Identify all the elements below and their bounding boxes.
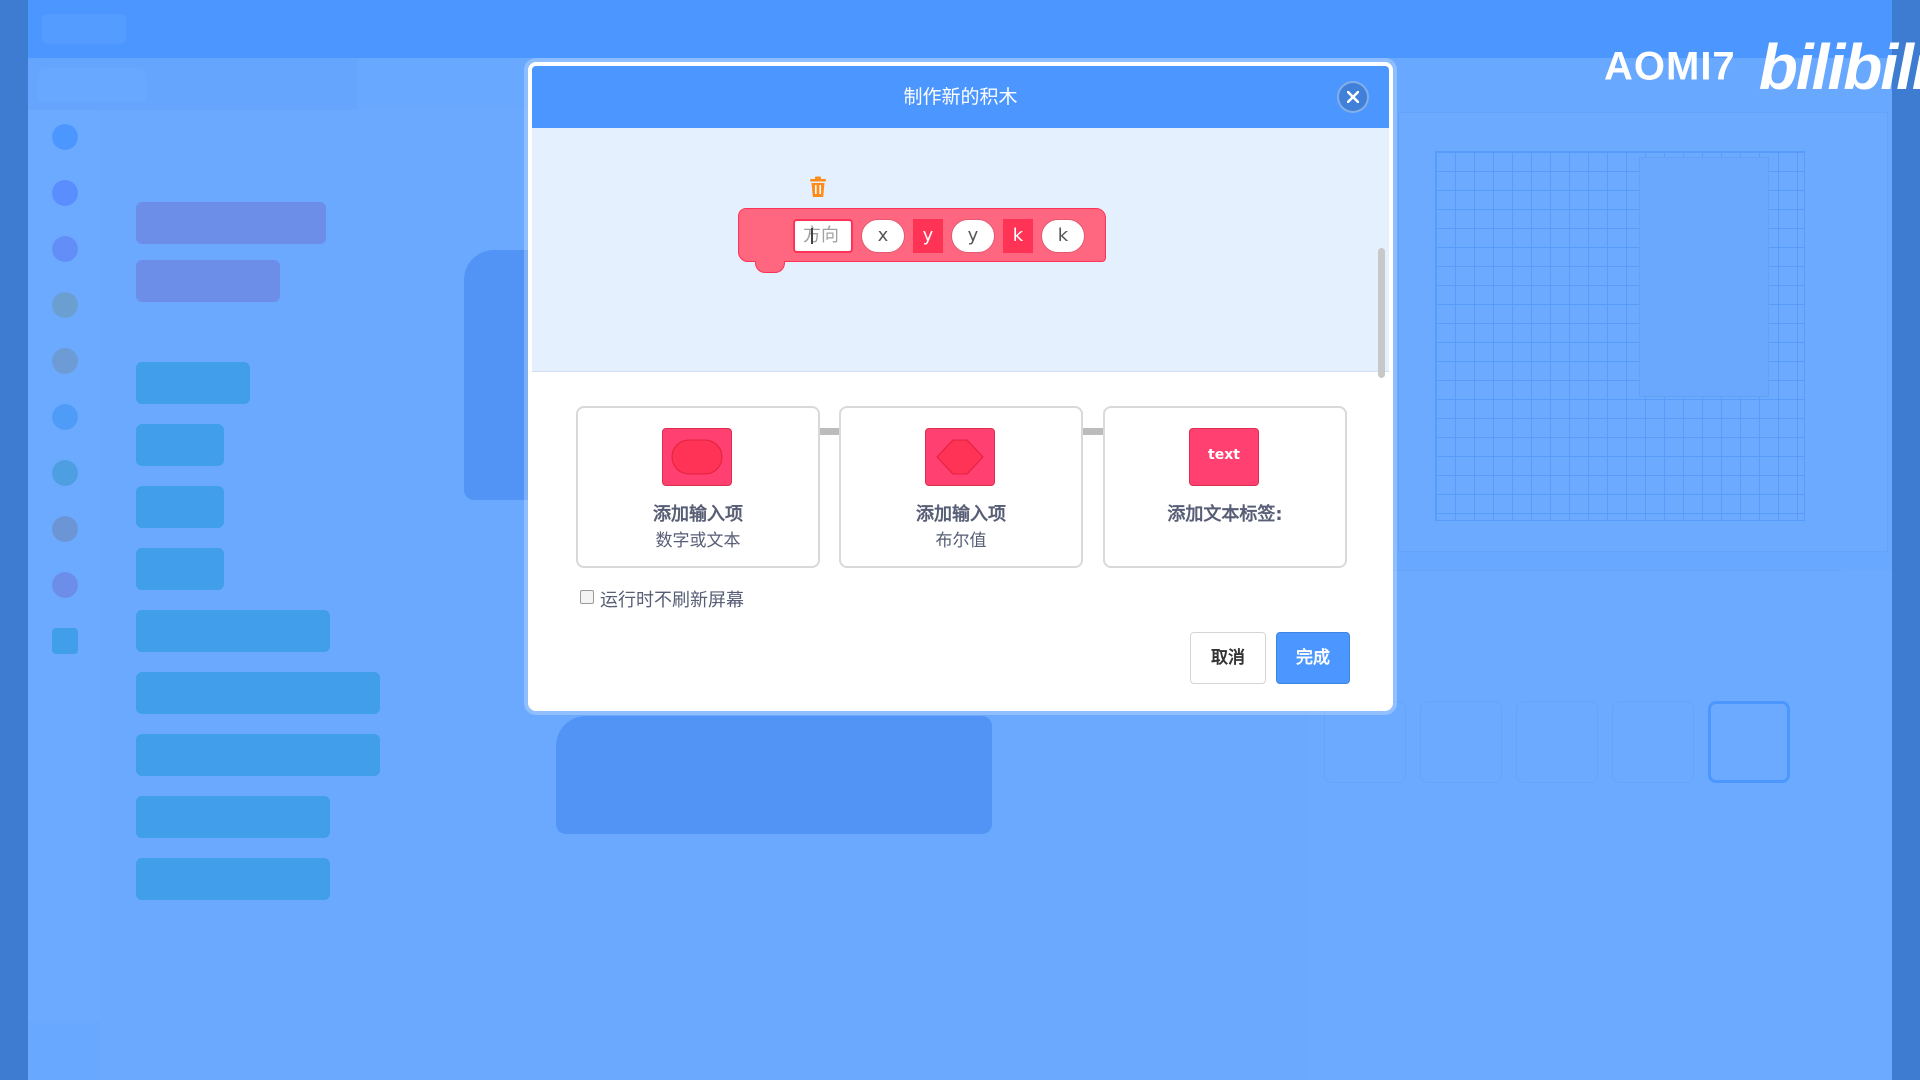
- add-label-button[interactable]: text 添加文本标签:: [1103, 406, 1347, 568]
- block-arg-x[interactable]: x: [861, 219, 905, 253]
- done-button[interactable]: 完成: [1276, 632, 1350, 684]
- block-arg-k[interactable]: k: [1041, 219, 1085, 253]
- option-subtitle: 数字或文本: [655, 531, 741, 551]
- option-title: 添加输入项: [653, 504, 743, 525]
- close-button[interactable]: [1337, 81, 1369, 113]
- block-label-y[interactable]: y: [913, 219, 943, 253]
- close-icon: [1347, 91, 1359, 103]
- trash-icon[interactable]: [808, 176, 828, 198]
- watermark: AOMI7 bilibili: [1604, 30, 1920, 104]
- dialog-title: 制作新的积木: [903, 86, 1018, 108]
- block-arg-y[interactable]: y: [951, 219, 995, 253]
- round-input-icon: [662, 428, 732, 486]
- text-label-icon: text: [1189, 428, 1259, 486]
- text-cursor: [811, 228, 813, 244]
- block-name-input[interactable]: 方向: [793, 219, 853, 253]
- diamond-input-icon: [925, 428, 995, 486]
- block-preview-area: 方向 x y y k k: [532, 128, 1389, 435]
- option-title: 添加输入项: [916, 504, 1006, 525]
- bilibili-logo: bilibili: [1758, 31, 1920, 103]
- dialog-header: 制作新的积木: [532, 66, 1389, 128]
- option-title: 添加文本标签:: [1167, 504, 1283, 525]
- text-label-icon-text: text: [1208, 447, 1240, 463]
- vertical-scrollbar[interactable]: [1378, 248, 1385, 378]
- add-input-boolean-button[interactable]: 添加输入项 布尔值: [839, 406, 1083, 568]
- make-block-dialog: 制作新的积木 方向 x y y k k 添加输入项 数字或文本 添加输入项 布尔…: [528, 62, 1393, 711]
- block-label-k[interactable]: k: [1003, 219, 1033, 253]
- run-without-refresh-checkbox[interactable]: [580, 590, 594, 604]
- run-without-refresh-label[interactable]: 运行时不刷新屏幕: [600, 586, 744, 612]
- watermark-user: AOMI7: [1604, 44, 1736, 89]
- block-notch: [755, 261, 785, 273]
- cancel-button[interactable]: 取消: [1190, 632, 1266, 684]
- add-input-number-text-button[interactable]: 添加输入项 数字或文本: [576, 406, 820, 568]
- option-subtitle: 布尔值: [935, 531, 987, 551]
- custom-block-preview: 方向 x y y k k: [738, 208, 1106, 273]
